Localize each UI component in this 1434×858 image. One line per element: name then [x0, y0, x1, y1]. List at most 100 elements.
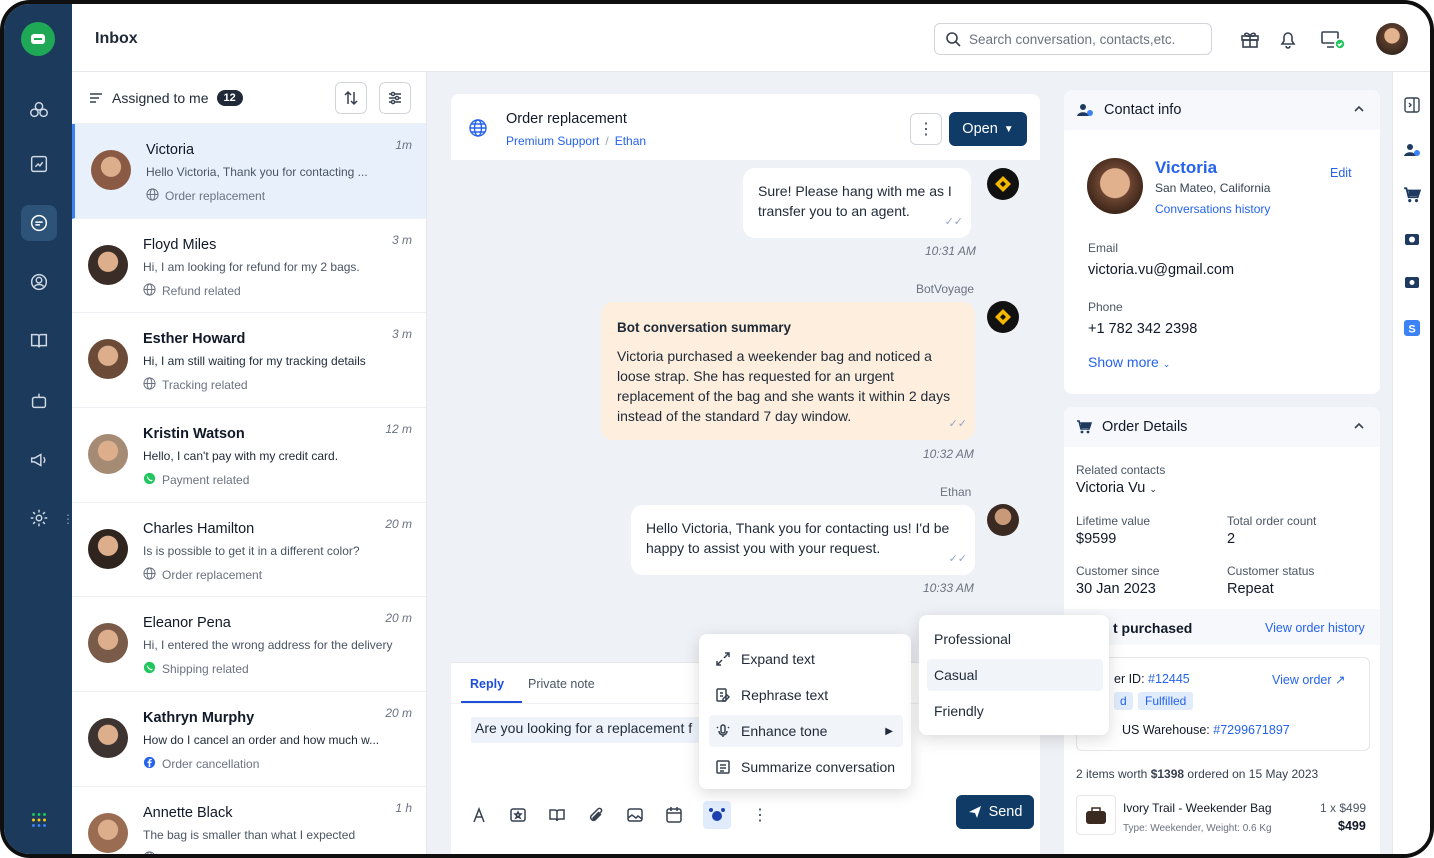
conversation-item[interactable]: Floyd Miles 3 m Hi, I am looking for refun…: [72, 219, 426, 314]
bot-chat-icon[interactable]: [1403, 274, 1421, 292]
tone-professional[interactable]: Professional: [927, 623, 1103, 655]
monitor-status-icon[interactable]: [1320, 28, 1346, 50]
conversations-icon[interactable]: [21, 205, 57, 241]
conversation-item[interactable]: Kathryn Murphy 20 m How do I cancel an ord…: [72, 692, 426, 787]
apps-grid-icon[interactable]: [21, 802, 57, 838]
product-total: $499: [1338, 819, 1366, 833]
settings-icon[interactable]: [21, 500, 57, 536]
tab-private-note[interactable]: Private note: [528, 677, 595, 691]
menu-expand-text[interactable]: Expand text: [709, 643, 903, 675]
campaigns-icon[interactable]: [21, 442, 57, 478]
more-vertical-icon[interactable]: ⋮: [750, 805, 770, 825]
cart-icon: [1077, 420, 1092, 434]
sliders-icon: [389, 91, 401, 105]
bell-icon[interactable]: [1277, 28, 1299, 50]
contact-user-icon[interactable]: [1403, 141, 1421, 159]
conversation-item[interactable]: Annette Black 1 h The bag is smaller than …: [72, 787, 426, 854]
globe-icon: [146, 188, 159, 204]
agent-link[interactable]: Ethan: [615, 134, 646, 148]
sort-button[interactable]: [335, 82, 367, 114]
chevron-up-icon[interactable]: [1352, 102, 1366, 116]
image-icon[interactable]: [625, 805, 645, 825]
user-avatar[interactable]: [1376, 23, 1408, 55]
reports-icon[interactable]: [21, 146, 57, 182]
status-open-button[interactable]: Open ▼: [949, 112, 1027, 146]
menu-enhance-tone[interactable]: Enhance tone ▶: [709, 715, 903, 747]
contact-info-card: Contact info Victoria San Mateo, Califor…: [1064, 90, 1380, 394]
ai-assist-icon[interactable]: [703, 801, 731, 829]
app-screen: ⋮ Inbox Search conversation, contacts,et…: [4, 4, 1430, 854]
knowledge-icon[interactable]: [547, 805, 567, 825]
menu-summarize-conversation[interactable]: Summarize conversation: [709, 751, 903, 783]
read-receipt-icon: ✓✓: [948, 418, 967, 430]
tone-friendly[interactable]: Friendly: [927, 695, 1103, 727]
send-button[interactable]: Send: [956, 795, 1034, 829]
bag-icon: [1086, 807, 1106, 824]
contact-email[interactable]: victoria.vu@gmail.com: [1088, 262, 1234, 278]
collapse-panel-icon[interactable]: [1403, 96, 1421, 114]
shopify-icon[interactable]: S: [1403, 319, 1421, 337]
tag-label: Shipping related: [162, 662, 249, 677]
device-frame: ⋮ Inbox Search conversation, contacts,et…: [0, 0, 1434, 858]
view-order-history-link[interactable]: View order history: [1265, 621, 1365, 635]
whatsapp-icon: [143, 472, 156, 488]
contacts-icon[interactable]: [21, 264, 57, 300]
customer-status: Repeat: [1227, 581, 1274, 597]
contact-name: Esther Howard: [143, 331, 246, 348]
tone-casual[interactable]: Casual: [927, 659, 1103, 691]
search-input[interactable]: Search conversation, contacts,etc.: [934, 23, 1212, 55]
filter-settings-button[interactable]: [379, 82, 411, 114]
show-more-link[interactable]: Show more ⌄: [1088, 354, 1170, 370]
conversation-item[interactable]: Victoria 1m Hello Victoria, Thank you for …: [72, 124, 426, 219]
contact-info-title: Contact info: [1104, 102, 1182, 118]
canned-response-icon[interactable]: [508, 805, 528, 825]
partial-badge: d: [1114, 692, 1133, 710]
reply-text-input[interactable]: Are you looking for a replacement f: [471, 717, 701, 743]
conversation-item[interactable]: Eleanor Pena 20 m Hi, I entered the wrong …: [72, 597, 426, 693]
integrations-icon[interactable]: [21, 92, 57, 128]
lifetime-value-label: Lifetime value: [1076, 514, 1151, 528]
more-options-button[interactable]: ⋮: [910, 113, 942, 145]
enhance-tone-icon: [716, 724, 730, 737]
tag-label: Tracking related: [162, 378, 248, 393]
contact-phone[interactable]: +1 782 342 2398: [1088, 321, 1197, 337]
knowledge-base-icon[interactable]: [21, 323, 57, 359]
app-logo[interactable]: [21, 22, 55, 56]
view-order-link[interactable]: View order ↗: [1272, 672, 1346, 687]
conversation-item[interactable]: Charles Hamilton 20 m Is is possible to ge…: [72, 503, 426, 598]
conversation-tag: Shipping related: [143, 661, 249, 677]
team-link[interactable]: Premium Support: [506, 134, 599, 148]
conversation-item[interactable]: Kristin Watson 12 m Hello, I can't pay wit…: [72, 408, 426, 503]
chevron-up-icon[interactable]: [1352, 419, 1366, 433]
order-details-header[interactable]: Order Details: [1064, 407, 1380, 447]
conversations-history-link[interactable]: Conversations history: [1155, 202, 1270, 216]
warehouse-id-link[interactable]: #7299671897: [1213, 723, 1289, 737]
order-id-link[interactable]: #12445: [1148, 672, 1190, 686]
gift-icon[interactable]: [1239, 28, 1261, 50]
related-contacts-select[interactable]: Victoria Vu ⌄: [1076, 480, 1157, 496]
conversation-item[interactable]: Esther Howard 3 m Hi, I am still waiting f…: [72, 313, 426, 409]
filter-lines-icon[interactable]: [88, 90, 104, 106]
summarize-icon: [716, 760, 730, 774]
calendar-icon[interactable]: [664, 805, 684, 825]
message-text: Hello Victoria, Thank you for contacting…: [646, 520, 950, 556]
edit-contact-button[interactable]: Edit: [1330, 166, 1352, 180]
message-preview: Hi, I am looking for refund for my 2 bag…: [143, 259, 360, 274]
attachment-icon[interactable]: [586, 805, 606, 825]
contact-info-header[interactable]: Contact info: [1064, 90, 1380, 130]
phone-label: Phone: [1088, 300, 1123, 314]
show-more-label: Show more: [1088, 354, 1159, 370]
order-id-label: er ID:: [1114, 672, 1145, 686]
assigned-filter-label[interactable]: Assigned to me: [112, 90, 209, 106]
text-format-icon[interactable]: [469, 805, 489, 825]
avatar: [88, 528, 128, 569]
contact-name: Eleanor Pena: [143, 615, 231, 632]
tab-reply[interactable]: Reply: [470, 677, 504, 691]
menu-rephrase-text[interactable]: Rephrase text: [709, 679, 903, 711]
bot-icon[interactable]: [21, 383, 57, 419]
message-preview: How do I cancel an order and how much w.…: [143, 733, 380, 748]
cart-icon[interactable]: [1403, 186, 1421, 204]
rephrase-icon: [716, 688, 731, 702]
camera-icon[interactable]: [1403, 230, 1421, 248]
contact-name[interactable]: Victoria: [1155, 158, 1217, 178]
